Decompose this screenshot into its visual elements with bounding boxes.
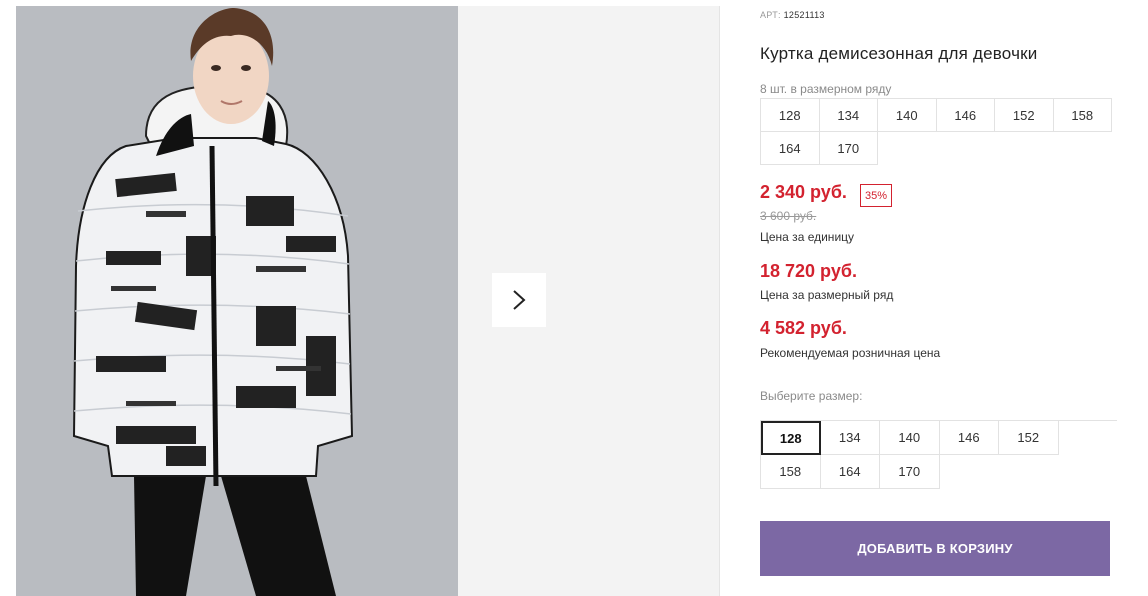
unit-price: 2 340 руб. xyxy=(760,182,847,202)
size-option-146[interactable]: 146 xyxy=(939,421,999,455)
article-value: 12521113 xyxy=(783,10,825,20)
pack-size-cell: 170 xyxy=(818,131,878,165)
old-price: 3 600 руб. xyxy=(760,209,817,223)
girl-in-jacket-image xyxy=(72,8,354,596)
product-info: АРТ: 12521113 Куртка демисезонная для де… xyxy=(760,0,1120,596)
size-option-170[interactable]: 170 xyxy=(880,455,940,489)
pack-price-label: Цена за размерный ряд xyxy=(760,288,894,302)
size-option-152[interactable]: 152 xyxy=(999,421,1059,455)
product-title: Куртка демисезонная для девочки xyxy=(760,44,1038,63)
pack-size-cell: 158 xyxy=(1052,98,1112,132)
pack-size-cell: 134 xyxy=(818,98,878,132)
chevron-right-icon xyxy=(513,290,526,310)
size-option-140[interactable]: 140 xyxy=(880,421,940,455)
pack-size-cell: 140 xyxy=(877,98,937,132)
pack-size-cell: 128 xyxy=(760,98,820,132)
product-gallery xyxy=(0,0,722,596)
retail-price-label: Рекомендуемая розничная цена xyxy=(760,346,941,360)
pack-size-grid: 128 134 140 146 152 158 164 170 xyxy=(760,98,1118,165)
pack-price: 18 720 руб. xyxy=(760,261,857,281)
size-option-158[interactable]: 158 xyxy=(761,455,821,489)
pack-size-cell: 152 xyxy=(994,98,1054,132)
retail-price: 4 582 руб. xyxy=(760,318,847,338)
pack-note: 8 шт. в размерном ряду xyxy=(760,82,892,96)
size-option-164[interactable]: 164 xyxy=(820,455,880,489)
choose-size-label: Выберите размер: xyxy=(760,389,863,403)
size-option-134[interactable]: 134 xyxy=(820,421,880,455)
pack-size-cell: 146 xyxy=(935,98,995,132)
size-option-128[interactable]: 128 xyxy=(761,421,821,455)
discount-badge: 35% xyxy=(860,184,893,207)
product-photo[interactable] xyxy=(16,6,458,596)
article-number: АРТ: 12521113 xyxy=(760,10,825,20)
size-selector: 128 134 140 146 152 158 164 170 xyxy=(760,420,1118,489)
unit-price-label: Цена за единицу xyxy=(760,230,855,244)
add-to-cart-button[interactable]: ДОБАВИТЬ В КОРЗИНУ xyxy=(760,521,1110,576)
pack-size-cell: 164 xyxy=(760,131,820,165)
article-label: АРТ: xyxy=(760,10,781,20)
next-photo-button[interactable] xyxy=(492,273,546,327)
